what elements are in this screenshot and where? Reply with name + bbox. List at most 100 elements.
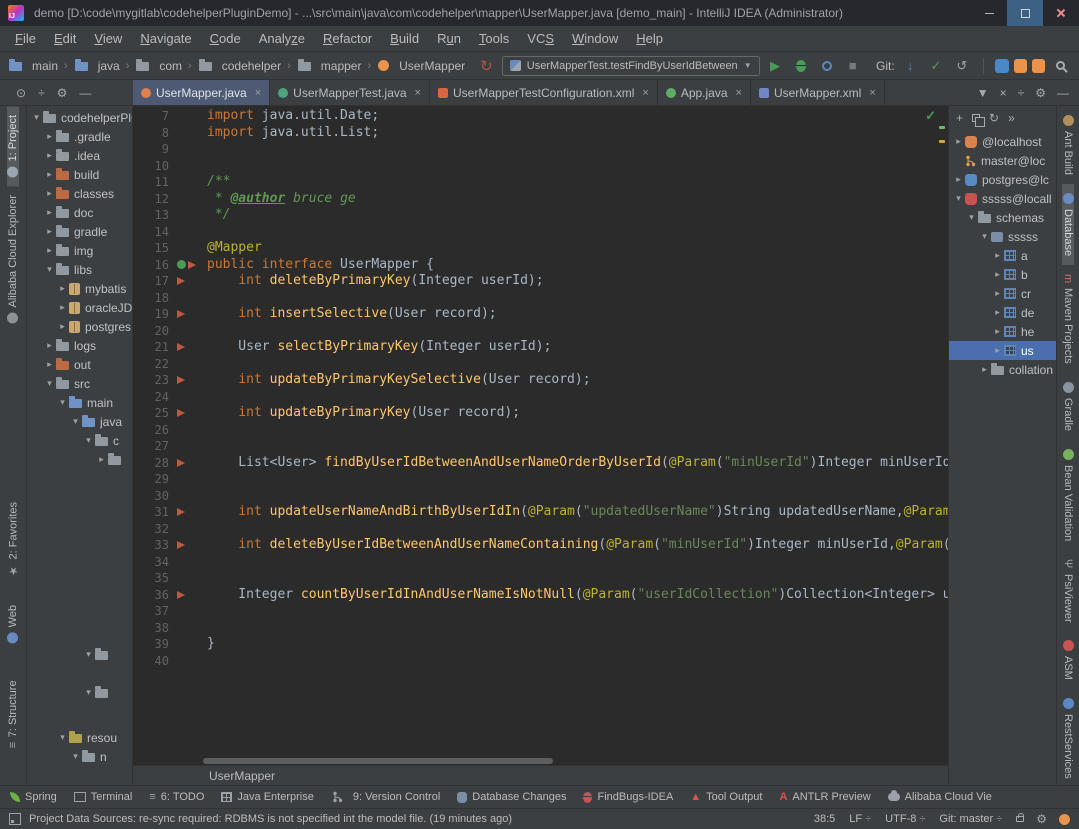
stripe-toggle-icon[interactable] [9,813,21,825]
mybatis-mapper-gutter-icon[interactable] [188,261,196,269]
breadcrumb-item[interactable]: UserMapper [209,769,275,783]
status-message[interactable]: Project Data Sources: re-sync required: … [29,813,800,825]
run-button[interactable]: ▶ [765,55,786,77]
expand-arrow-icon[interactable]: ▸ [979,364,990,375]
readonly-lock-icon[interactable] [1016,816,1024,822]
tree-row[interactable]: ▾ [27,683,132,702]
tool-window-button[interactable]: ≡7: Structure [7,671,19,757]
nav-crumb[interactable]: java [74,59,120,73]
panel-collapse-all-icon[interactable]: ÷ [1018,86,1025,100]
collapse-arrow-icon[interactable]: ▾ [83,687,94,698]
tool-window-button[interactable]: 9: Version Control [331,791,440,803]
tool-window-button[interactable]: Spring [10,791,57,803]
caret-position[interactable]: 38:5 [814,813,835,825]
expand-arrow-icon[interactable]: ▸ [57,302,68,313]
mybatis-mapper-gutter-icon[interactable] [177,277,185,285]
tree-row[interactable]: ▸mybatis [27,279,132,298]
search-everywhere-button[interactable] [1050,55,1071,77]
tree-row[interactable]: ▸de [949,303,1056,322]
panel-hide-icon[interactable]: — [1057,86,1069,100]
mybatis-mapper-gutter-icon[interactable] [177,459,185,467]
back-arrow-icon[interactable]: ↺ [480,57,493,75]
expand-arrow-icon[interactable]: ▸ [992,345,1003,356]
expand-arrow-icon[interactable]: ▸ [992,307,1003,318]
close-tab-icon[interactable]: × [869,87,875,99]
nav-crumb[interactable]: UserMapper [377,59,465,73]
tree-row[interactable]: ▸logs [27,336,132,355]
maximize-button[interactable] [1007,0,1043,26]
expand-arrow-icon[interactable]: ▸ [992,288,1003,299]
tree-row[interactable]: ▾src [27,374,132,393]
expand-arrow-icon[interactable]: ▸ [992,250,1003,261]
collapse-arrow-icon[interactable]: ▾ [44,264,55,275]
tree-row[interactable]: ▸classes [27,184,132,203]
close-tab-icon[interactable]: × [736,87,742,99]
menu-view[interactable]: View [85,26,131,52]
tool-window-button[interactable]: Alibaba Cloud Explorer [7,186,19,333]
menu-refactor[interactable]: Refactor [314,26,381,52]
tool-window-button[interactable]: ▲Tool Output [690,791,762,803]
tool-window-button[interactable]: 1: Project [7,106,19,186]
expand-arrow-icon[interactable]: ▸ [44,150,55,161]
code-area[interactable]: 7import java.util.Date;8import java.util… [133,106,948,757]
editor-tab[interactable]: UserMapper.xml× [751,80,885,105]
collapse-arrow-icon[interactable]: ▾ [44,378,55,389]
menu-analyze[interactable]: Analyze [250,26,314,52]
nav-crumb[interactable]: codehelper [198,59,281,73]
tree-row[interactable]: ▾n [27,747,132,766]
hector-inspections-icon[interactable]: ⚙ [1036,812,1047,826]
menu-window[interactable]: Window [563,26,627,52]
plugin-icon[interactable] [1032,59,1045,73]
project-collapse-all-icon[interactable]: ÷ [38,86,45,100]
tree-row[interactable]: ▸he [949,322,1056,341]
minimize-button[interactable] [971,0,1007,26]
editor-pane[interactable]: 7import java.util.Date;8import java.util… [133,106,948,785]
tree-row[interactable]: ▸build [27,165,132,184]
tree-row[interactable]: ▾libs [27,260,132,279]
tree-row[interactable]: ▾schemas [949,208,1056,227]
tool-window-button[interactable]: RestServices [1062,689,1074,785]
collapse-arrow-icon[interactable]: ▾ [953,193,964,204]
tool-window-button[interactable]: Ant Build [1062,106,1074,184]
stop-button[interactable]: ■ [842,55,863,77]
mybatis-mapper-gutter-icon[interactable] [177,508,185,516]
tree-row[interactable]: ▾c [27,431,132,450]
expand-arrow-icon[interactable]: ▸ [992,269,1003,280]
collapse-arrow-icon[interactable]: ▾ [966,212,977,223]
tree-row[interactable]: ▸cr [949,284,1056,303]
tool-window-button[interactable]: FindBugs-IDEA [583,791,673,803]
tree-row[interactable]: ▾sssss [949,227,1056,246]
tree-row[interactable]: ▾ [27,645,132,664]
tree-row[interactable]: ▾resou [27,728,132,747]
tool-window-button[interactable]: ≡6: TODO [149,791,204,803]
expand-arrow-icon[interactable]: ▸ [57,283,68,294]
mybatis-mapper-gutter-icon[interactable] [177,409,185,417]
tool-window-button[interactable]: Alibaba Cloud Vie [888,791,992,803]
tool-window-button[interactable]: mMaven Projects [1062,265,1074,373]
menu-vcs[interactable]: VCS [518,26,563,52]
tree-row[interactable]: ▸ [27,450,132,469]
expand-arrow-icon[interactable]: ▸ [44,131,55,142]
coverage-button[interactable] [816,55,837,77]
database-tree[interactable]: ▸@localhostmaster@loc▸postgres@lc▾sssss@… [949,130,1056,785]
collapse-arrow-icon[interactable]: ▾ [57,397,68,408]
tool-window-button[interactable]: ΨPsiViewer [1062,550,1074,631]
mybatis-mapper-gutter-icon[interactable] [177,591,185,599]
tree-row[interactable]: ▸oracleJD [27,298,132,317]
editor-tab[interactable]: UserMapperTest.java× [270,80,430,105]
tree-row[interactable]: ▾codehelperPlu [27,108,132,127]
expand-arrow-icon[interactable]: ▸ [44,359,55,370]
run-configuration-select[interactable]: UserMapperTest.testFindByUserIdBetween ▼ [502,56,760,76]
expand-arrow-icon[interactable]: ▸ [96,454,107,465]
editor-breadcrumbs[interactable]: UserMapper [133,765,948,785]
tool-window-button[interactable]: Bean Validation [1062,440,1074,550]
close-button[interactable] [1043,0,1079,26]
tree-row[interactable]: ▸.gradle [27,127,132,146]
menu-tools[interactable]: Tools [470,26,518,52]
mybatis-mapper-gutter-icon[interactable] [177,343,185,351]
tool-window-button[interactable]: Gradle [1062,373,1074,440]
git-branch-widget[interactable]: Git: master÷ [939,813,1002,825]
mybatis-mapper-gutter-icon[interactable] [177,310,185,318]
notification-indicator-icon[interactable] [1059,814,1070,825]
tree-row[interactable]: ▸img [27,241,132,260]
